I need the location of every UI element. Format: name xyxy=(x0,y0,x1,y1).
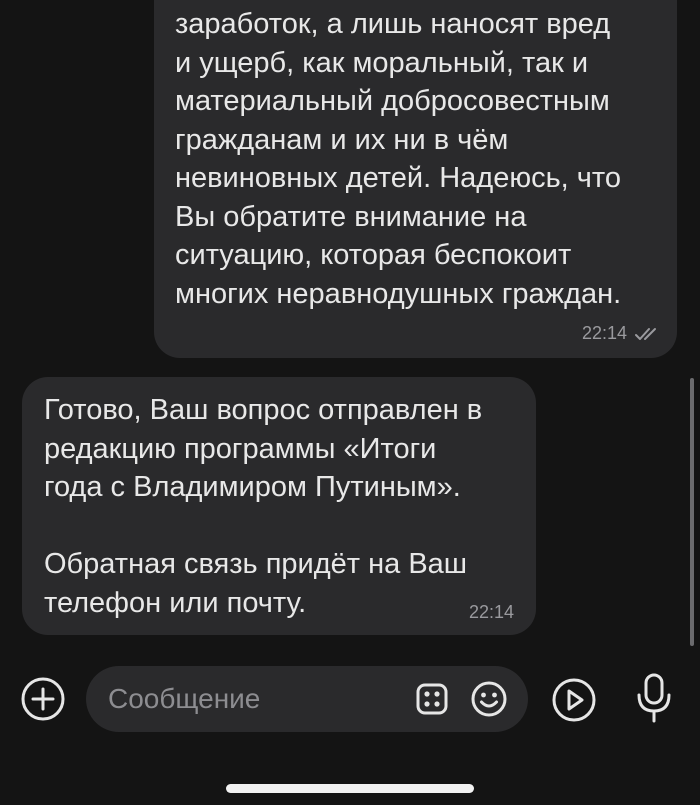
play-circle-icon xyxy=(552,678,596,722)
plus-circle-icon xyxy=(21,677,65,721)
outgoing-message-time: 22:14 xyxy=(581,323,627,343)
outgoing-message-bubble[interactable]: заработок, а лишь наносят вред и ущерб, … xyxy=(154,0,677,358)
microphone-icon xyxy=(637,673,671,723)
incoming-message-time: 22:14 xyxy=(468,602,514,622)
add-attachment-button[interactable] xyxy=(20,676,66,722)
chat-scrollbar[interactable] xyxy=(690,378,694,646)
home-indicator[interactable] xyxy=(226,784,474,793)
chat-screen: заработок, а лишь наносят вред и ущерб, … xyxy=(0,0,700,805)
video-message-button[interactable] xyxy=(550,676,598,724)
incoming-message-bubble[interactable]: Готово, Ваш вопрос отправлен в редакцию … xyxy=(22,377,536,635)
emoji-button[interactable] xyxy=(470,680,508,718)
smiley-icon xyxy=(471,681,507,717)
outgoing-message-meta: 22:14 xyxy=(582,323,661,344)
sticker-button[interactable] xyxy=(414,681,450,717)
message-input-placeholder: Сообщение xyxy=(108,683,261,714)
voice-message-button[interactable] xyxy=(630,672,678,724)
incoming-message-text: Готово, Ваш вопрос отправлен в редакцию … xyxy=(44,394,483,619)
double-check-icon xyxy=(635,327,656,340)
outgoing-message-text: заработок, а лишь наносят вред и ущерб, … xyxy=(175,8,622,310)
message-input-field[interactable]: Сообщение xyxy=(86,666,528,732)
dice-icon xyxy=(416,683,448,715)
message-composer: Сообщение xyxy=(0,662,700,734)
incoming-message-meta: 22:14 xyxy=(469,602,514,623)
